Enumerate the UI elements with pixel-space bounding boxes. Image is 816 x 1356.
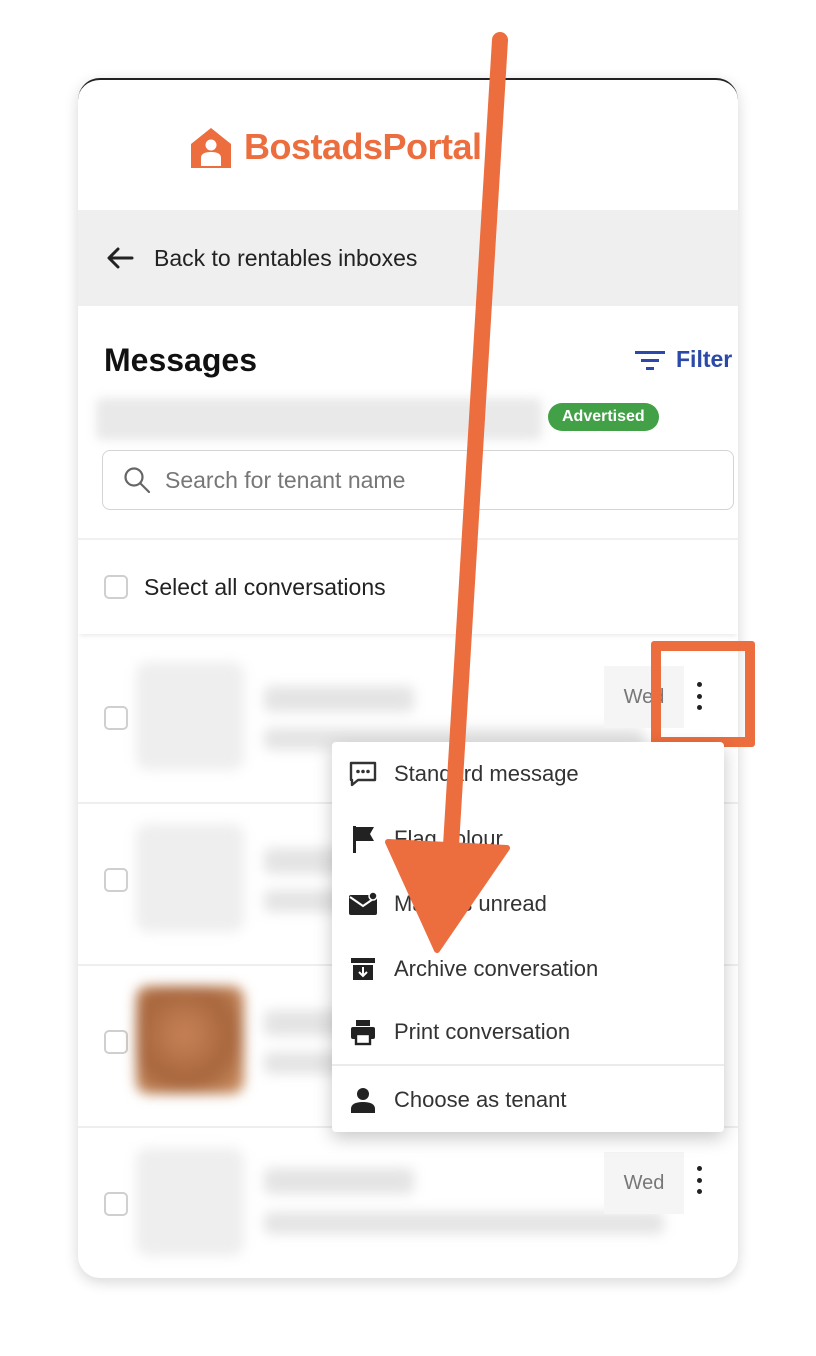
more-options-icon[interactable] [690, 1160, 708, 1200]
menu-item-mark-as-unread[interactable]: Mark as unread [332, 872, 724, 936]
select-all-row: Select all conversations [78, 538, 738, 634]
avatar [136, 986, 244, 1094]
search-icon [124, 467, 151, 494]
conversation-checkbox[interactable] [104, 1192, 128, 1216]
conversation-context-menu: Standard message Flag colour Mark as unr… [332, 742, 724, 1132]
menu-item-label: Flag colour [394, 826, 503, 851]
filter-button[interactable]: Filter [634, 346, 732, 373]
search-input[interactable] [165, 466, 685, 494]
filter-label: Filter [676, 346, 733, 372]
flag-icon [348, 824, 378, 854]
conversation-row[interactable]: Wed [78, 1128, 738, 1278]
select-all-label: Select all conversations [144, 573, 386, 600]
conversation-checkbox[interactable] [104, 706, 128, 730]
menu-item-label: Standard message [394, 761, 579, 786]
filter-icon [635, 350, 665, 370]
back-link-label: Back to rentables inboxes [154, 244, 418, 271]
listing-address-redacted [96, 398, 542, 440]
select-all-checkbox[interactable] [104, 575, 128, 599]
back-to-inboxes-link[interactable]: Back to rentables inboxes [78, 210, 738, 306]
tenant-name-redacted [264, 1168, 414, 1194]
menu-item-label: Print conversation [394, 1019, 571, 1044]
tenant-name-redacted [264, 686, 414, 712]
menu-item-archive-conversation[interactable]: Archive conversation [332, 937, 724, 1001]
mail-unread-icon [348, 889, 378, 919]
menu-item-label: Choose as tenant [394, 1087, 567, 1112]
page-title: Messages [104, 342, 257, 378]
house-person-icon [191, 128, 231, 168]
menu-item-standard-message[interactable]: Standard message [332, 742, 724, 806]
conversation-date: Wed [604, 1152, 684, 1214]
message-preview-redacted [264, 1212, 664, 1234]
menu-item-flag-colour[interactable]: Flag colour [332, 807, 724, 871]
menu-item-label: Archive conversation [394, 956, 599, 981]
status-badge: Advertised [548, 403, 659, 431]
archive-icon [348, 954, 378, 984]
brand-name: BostadsPortal [244, 126, 482, 167]
avatar [136, 1148, 244, 1256]
conversation-checkbox[interactable] [104, 1030, 128, 1054]
printer-icon [348, 1017, 378, 1047]
conversation-checkbox[interactable] [104, 868, 128, 892]
avatar [136, 824, 244, 932]
annotation-highlight-box [651, 641, 755, 747]
avatar [136, 662, 244, 770]
arrow-left-icon [107, 247, 134, 269]
menu-item-label: Mark as unread [394, 891, 547, 916]
menu-item-print-conversation[interactable]: Print conversation [332, 1000, 724, 1064]
menu-item-choose-as-tenant[interactable]: Choose as tenant [332, 1068, 724, 1132]
tenant-search-field[interactable] [102, 450, 734, 510]
brand-logo[interactable]: BostadsPortal [188, 124, 482, 170]
speech-bubble-icon [348, 759, 378, 789]
menu-divider [332, 1064, 724, 1066]
person-icon [348, 1085, 378, 1115]
